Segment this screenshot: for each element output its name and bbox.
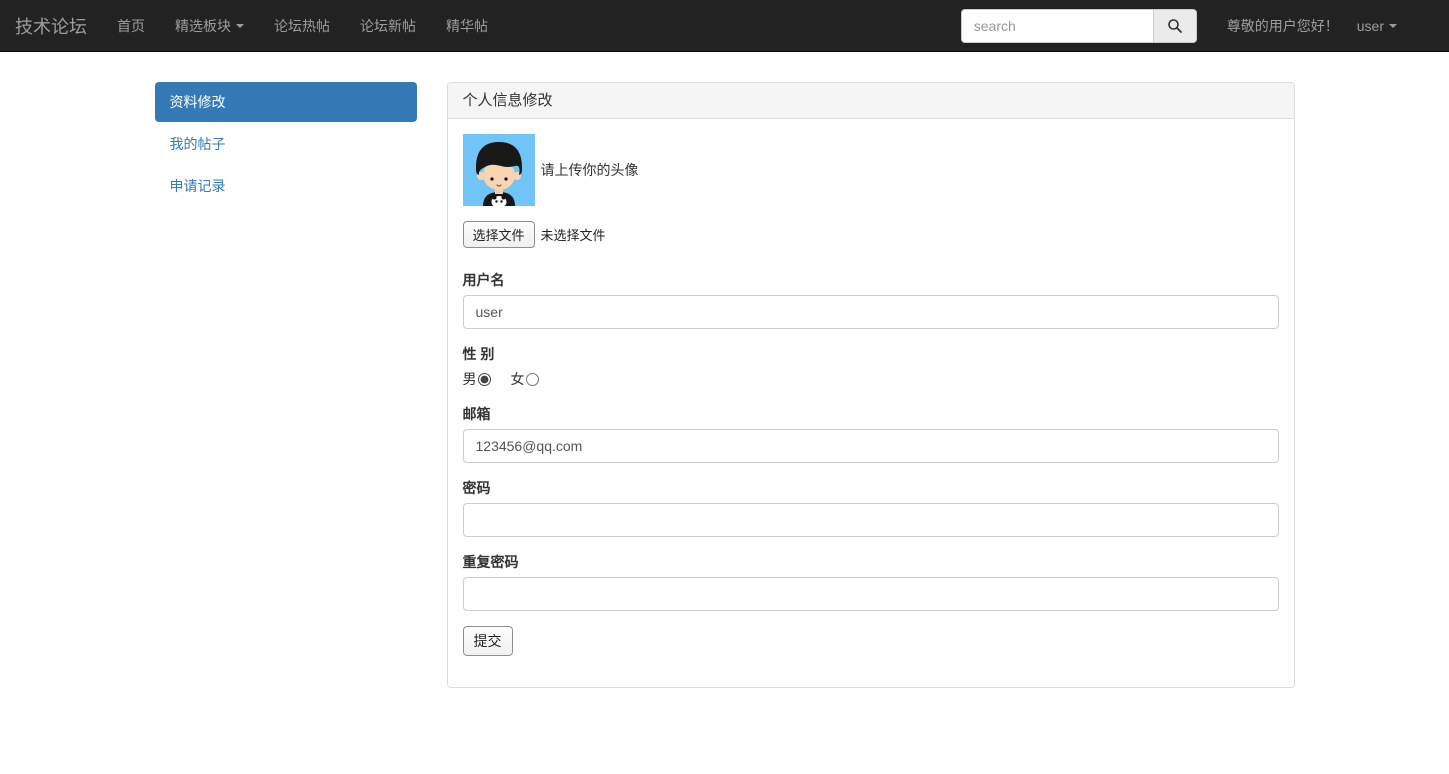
page-container: 资料修改 我的帖子 申请记录 个人信息修改 请上传你的头像 选择文件 未选择文件… <box>140 52 1310 688</box>
nav-item-home[interactable]: 首页 <box>102 0 160 51</box>
username-label: 用户名 <box>462 272 505 288</box>
chevron-down-icon <box>236 23 244 28</box>
brand-link[interactable]: 技术论坛 <box>0 13 102 39</box>
password-repeat-label: 重复密码 <box>462 554 519 570</box>
panel-title: 个人信息修改 <box>447 83 1294 119</box>
choose-file-button[interactable]: 选择文件 <box>462 221 535 248</box>
chevron-down-icon <box>1389 23 1397 28</box>
nav-item-essence-posts[interactable]: 精华帖 <box>431 0 503 51</box>
search-input[interactable] <box>960 8 1153 43</box>
sidebar-item-label[interactable]: 资料修改 <box>154 82 417 122</box>
file-status-text: 未选择文件 <box>540 228 606 243</box>
submit-button[interactable]: 提交 <box>462 626 513 656</box>
password-group: 密码 <box>462 478 1279 537</box>
profile-panel: 个人信息修改 请上传你的头像 选择文件 未选择文件 用户名 user 性 别 男… <box>446 82 1295 688</box>
avatar-image <box>462 134 535 208</box>
panel-body: 请上传你的头像 选择文件 未选择文件 用户名 性 别 <box>448 119 1294 687</box>
nav-item-featured-boards[interactable]: 精选板块 <box>160 0 259 51</box>
nav-item-label: 论坛热帖 <box>274 17 330 34</box>
sidebar: 资料修改 我的帖子 申请记录 <box>140 82 432 206</box>
sidebar-item-application-records[interactable]: 申请记录 <box>155 166 417 206</box>
nav-item-new-posts[interactable]: 论坛新帖 <box>345 0 431 51</box>
user-menu[interactable]: user <box>1357 18 1397 34</box>
sidebar-item-my-posts[interactable]: 我的帖子 <box>155 124 417 164</box>
email-group: 邮箱 <box>462 404 1279 463</box>
top-navbar: 技术论坛 首页 精选板块 论坛热帖 论坛新帖 精华帖 尊敬的用户您好！ user <box>0 0 1449 52</box>
gender-option-label: 男 <box>462 371 477 387</box>
nav-item-hot-posts[interactable]: 论坛热帖 <box>259 0 345 51</box>
gender-option-label: 女 <box>510 371 525 387</box>
nav-item-label: 精华帖 <box>446 17 488 34</box>
username-field[interactable] <box>462 295 1279 329</box>
password-repeat-group: 重复密码 <box>462 552 1279 611</box>
gender-option-female: 女 <box>511 369 539 389</box>
gender-options: 男 女 <box>463 369 1279 389</box>
search-form <box>960 8 1197 43</box>
nav-item-label: 精选板块 <box>175 17 231 34</box>
sidebar-item-label[interactable]: 我的帖子 <box>155 124 417 164</box>
avatar <box>462 134 535 208</box>
gender-group: 性 别 男 女 <box>463 344 1279 389</box>
email-label: 邮箱 <box>462 406 491 422</box>
user-menu-label: user <box>1356 17 1384 34</box>
main-column: 个人信息修改 请上传你的头像 选择文件 未选择文件 用户名 user 性 别 男… <box>432 82 1310 688</box>
password-field[interactable] <box>462 503 1279 537</box>
username-group: 用户名 <box>462 270 1279 329</box>
sidebar-item-label[interactable]: 申请记录 <box>155 166 417 206</box>
main-nav: 首页 精选板块 论坛热帖 论坛新帖 精华帖 <box>102 0 503 51</box>
avatar-file-input: 选择文件 未选择文件 <box>462 221 1279 248</box>
password-repeat-field[interactable] <box>462 577 1279 611</box>
gender-option-male: 男 <box>463 369 491 389</box>
sidebar-nav: 资料修改 我的帖子 申请记录 <box>154 82 417 206</box>
avatar-row: 请上传你的头像 <box>462 134 1279 208</box>
password-label: 密码 <box>462 480 491 496</box>
gender-radio-male[interactable] <box>477 372 491 386</box>
nav-item-label: 论坛新帖 <box>360 17 416 34</box>
gender-radio-female[interactable] <box>525 372 539 386</box>
avatar-caption: 请上传你的头像 <box>540 162 639 178</box>
greeting-text: 尊敬的用户您好！ <box>1226 17 1339 34</box>
sidebar-item-profile-edit[interactable]: 资料修改 <box>154 82 417 122</box>
email-field[interactable] <box>462 429 1279 463</box>
gender-label: 性 别 <box>462 346 495 362</box>
search-button[interactable] <box>1152 8 1197 43</box>
nav-item-label: 首页 <box>117 17 145 34</box>
search-icon <box>1167 18 1182 33</box>
